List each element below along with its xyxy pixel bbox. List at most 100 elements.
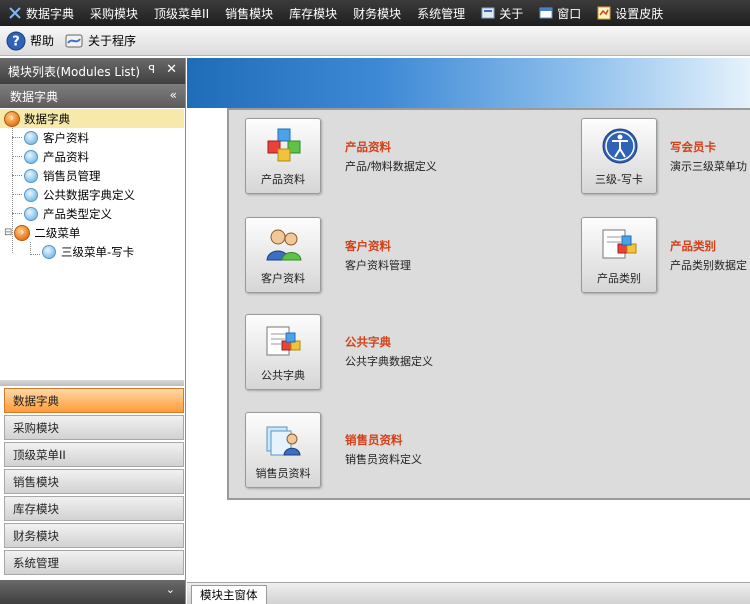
menu-inventory[interactable]: 库存模块: [281, 0, 345, 26]
module-title[interactable]: 写会员卡: [670, 139, 716, 155]
nav-purchase[interactable]: 采购模块: [4, 415, 184, 440]
help-button[interactable]: ? 帮助: [6, 31, 54, 51]
nav-overflow-bar[interactable]: ⌄: [0, 580, 185, 604]
module-title[interactable]: 产品资料: [345, 139, 391, 155]
document-cubes-icon: [266, 326, 301, 356]
module-desc: 演示三级菜单功: [670, 160, 747, 173]
module-card-public-dictionary[interactable]: 公共字典: [245, 314, 321, 390]
tree-item-product-type[interactable]: 产品类型定义: [24, 204, 112, 223]
toolbar: ? 帮助 关于程序: [0, 26, 750, 56]
document-cubes-icon: [602, 229, 637, 259]
tree-item-public-dictionary[interactable]: 公共数据字典定义: [24, 185, 135, 204]
about-icon: [481, 6, 495, 20]
users-icon: [266, 229, 302, 261]
tree-item-third-menu[interactable]: 三级菜单-写卡: [42, 242, 134, 261]
tree-item-product[interactable]: 产品资料: [24, 147, 89, 166]
cubes-icon: [267, 128, 301, 162]
expand-node-icon: ›: [4, 110, 20, 127]
module-tree: › 数据字典 客户资料 产品资料 销售员管理 公共数据字典定义 产品类型定义 ⊟…: [0, 108, 185, 372]
module-title[interactable]: 产品类别: [670, 238, 716, 254]
tree-item-label: 销售员管理: [43, 168, 101, 183]
section-header[interactable]: 数据字典 «: [0, 84, 185, 108]
nav-inventory[interactable]: 库存模块: [4, 496, 184, 521]
module-title[interactable]: 公共字典: [345, 334, 391, 350]
menu-about[interactable]: 关于: [473, 0, 531, 26]
dictionary-icon: [8, 6, 22, 20]
module-card-product-category[interactable]: 产品类别: [581, 217, 657, 293]
module-desc: 产品类别数据定: [670, 259, 747, 272]
card-label: 产品资料: [261, 173, 305, 186]
tab-main-window[interactable]: 模块主窗体: [191, 585, 267, 604]
pin-icon[interactable]: ꟼ: [148, 63, 155, 76]
menu-system[interactable]: 系统管理: [409, 0, 473, 26]
panel-title-text: 模块列表(Modules List): [8, 64, 141, 79]
menu-label: 系统管理: [417, 6, 466, 21]
nav-top-level-2[interactable]: 顶级菜单II: [4, 442, 184, 467]
menu-label: 关于: [499, 6, 524, 21]
tree-item-second-menu[interactable]: ⊟ › 二级菜单: [4, 223, 80, 242]
svg-text:?: ?: [12, 34, 20, 49]
tree-item-label: 三级菜单-写卡: [61, 244, 135, 259]
about-program-label: 关于程序: [88, 34, 137, 48]
nav-data-dictionary[interactable]: 数据字典: [4, 388, 184, 413]
tree-item-data-dictionary[interactable]: › 数据字典: [0, 109, 184, 128]
nav-finance[interactable]: 财务模块: [4, 523, 184, 548]
module-card-customer[interactable]: 客户资料: [245, 217, 321, 293]
module-card-write-card[interactable]: 三级-写卡: [581, 118, 657, 194]
leaf-node-icon: [24, 206, 38, 221]
module-title[interactable]: 客户资料: [345, 238, 391, 254]
tree-item-salesperson[interactable]: 销售员管理: [24, 166, 101, 185]
menu-finance[interactable]: 财务模块: [345, 0, 409, 26]
main-window: 产品资料 产品资料 产品/物料数据定义 客户资料 客户资料 客户资料管理 公共字…: [187, 58, 750, 604]
close-icon[interactable]: ✕: [166, 62, 177, 77]
tree-item-label: 产品资料: [43, 149, 89, 164]
menu-data-dictionary[interactable]: 数据字典: [0, 0, 82, 26]
leaf-node-icon: [24, 130, 38, 145]
card-label: 公共字典: [261, 369, 305, 382]
tree-item-customer[interactable]: 客户资料: [24, 128, 89, 147]
module-card-salesperson[interactable]: 销售员资料: [245, 412, 321, 488]
module-card-product[interactable]: 产品资料: [245, 118, 321, 194]
nav-sales[interactable]: 销售模块: [4, 469, 184, 494]
nav-label: 库存模块: [13, 501, 59, 516]
nav-label: 数据字典: [13, 393, 59, 408]
about-program-button[interactable]: 关于程序: [64, 31, 136, 51]
menu-bar: 数据字典 采购模块 顶级菜单II 销售模块 库存模块 财务模块 系统管理 关于 …: [0, 0, 750, 26]
tab-label: 模块主窗体: [200, 588, 258, 602]
tree-item-label: 二级菜单: [34, 225, 81, 240]
skin-icon: [597, 6, 611, 20]
menu-sales[interactable]: 销售模块: [217, 0, 281, 26]
accessibility-icon: [602, 128, 638, 164]
module-title[interactable]: 销售员资料: [345, 432, 403, 448]
modules-panel: 模块列表(Modules List) ꟼ ✕ 数据字典 « › 数据字典 客户资…: [0, 58, 186, 604]
card-label: 三级-写卡: [595, 173, 643, 186]
leaf-node-icon: [24, 149, 38, 164]
nav-label: 财务模块: [13, 528, 59, 543]
collapse-toggle-icon[interactable]: ⊟: [4, 227, 12, 238]
nav-system[interactable]: 系统管理: [4, 550, 184, 575]
nav-label: 系统管理: [13, 555, 59, 570]
menu-label: 库存模块: [289, 6, 338, 21]
expand-node-icon: ›: [14, 224, 31, 241]
collapse-icon[interactable]: «: [170, 88, 177, 102]
header-banner: [187, 58, 750, 108]
module-desc: 公共字典数据定义: [345, 355, 433, 368]
nav-label: 顶级菜单II: [13, 447, 66, 462]
card-label: 客户资料: [261, 272, 305, 285]
chevron-down-icon[interactable]: ⌄: [166, 583, 175, 596]
document-tab-bar: 模块主窗体: [187, 582, 750, 604]
section-title: 数据字典: [10, 89, 59, 104]
module-panel: 产品资料 产品资料 产品/物料数据定义 客户资料 客户资料 客户资料管理 公共字…: [227, 108, 750, 500]
help-label: 帮助: [30, 34, 55, 48]
tree-item-label: 数据字典: [24, 111, 70, 126]
nav-label: 销售模块: [13, 474, 59, 489]
menu-skin[interactable]: 设置皮肤: [589, 0, 671, 26]
leaf-node-icon: [24, 168, 38, 183]
panel-splitter[interactable]: [0, 380, 184, 386]
folder-user-icon: [266, 426, 301, 456]
tree-item-label: 客户资料: [43, 130, 89, 145]
menu-window[interactable]: 窗口: [531, 0, 589, 26]
card-label: 产品类别: [597, 272, 641, 285]
menu-top-level-2[interactable]: 顶级菜单II: [146, 0, 217, 26]
menu-purchase[interactable]: 采购模块: [82, 0, 146, 26]
